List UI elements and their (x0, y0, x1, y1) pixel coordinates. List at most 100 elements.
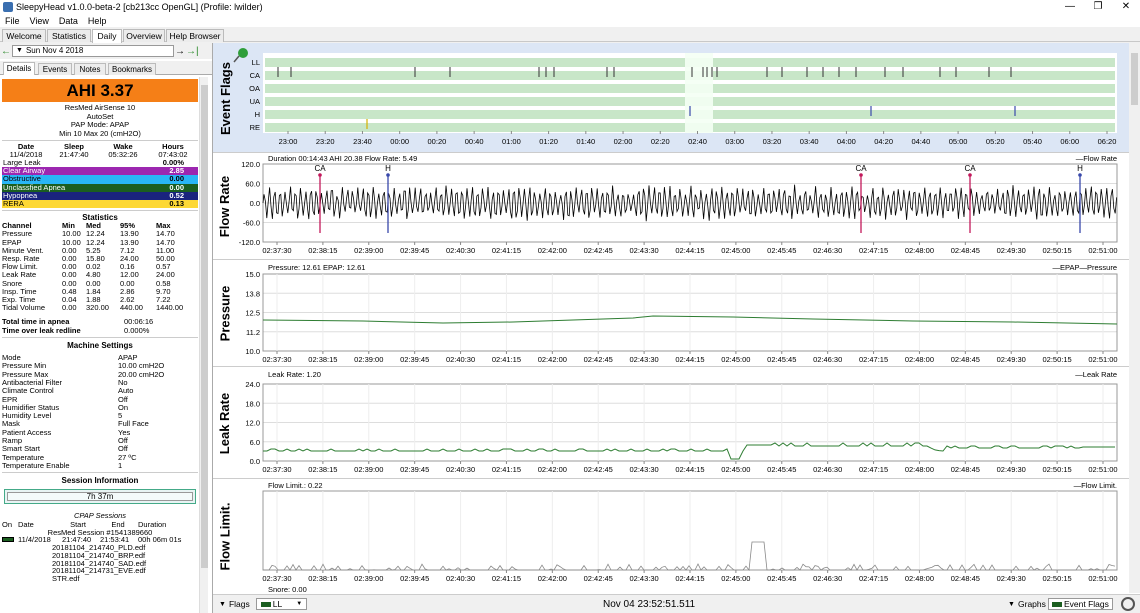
apnea-time: Total time in apnea 00:06:16 Time over l… (2, 318, 198, 335)
y-tick-label: -60.0 (243, 219, 260, 228)
next-day-icon[interactable]: → (174, 46, 186, 57)
x-tick-label: 02:37:30 (262, 465, 291, 474)
date-picker[interactable]: ▼ Sun Nov 4 2018 (12, 45, 174, 57)
flow-legend: —Flow Rate (1076, 154, 1117, 163)
stats-value: 440.00 (120, 303, 143, 313)
leak-rate-graph[interactable]: Leak Rate Leak Rate: 1.20 —Leak Rate 24.0 1… (213, 367, 1129, 479)
session-checkbox[interactable] (2, 537, 14, 543)
x-tick-label: 02:45:00 (721, 246, 750, 255)
x-tick-label: 02:38:15 (308, 574, 337, 583)
tab-notes[interactable]: Notes (74, 63, 106, 75)
x-tick-label: 02:51:00 (1088, 465, 1117, 474)
setting-value: On (118, 402, 129, 412)
tab-welcome[interactable]: Welcome (2, 29, 46, 42)
flowlimit-legend: —Flow Limit. (1074, 481, 1117, 490)
flag-select[interactable]: LL ▼ (255, 598, 308, 610)
x-tick-label: 02:38:15 (308, 355, 337, 364)
x-tick-label: 02:39:45 (400, 246, 429, 255)
prev-day-icon[interactable]: ← (0, 46, 12, 57)
setting-name: Climate Control (2, 386, 54, 396)
flags-dropdown-icon[interactable]: ▼ (219, 601, 226, 608)
x-tick-label: 02:44:15 (675, 246, 704, 255)
minimize-button[interactable]: — (1056, 0, 1084, 14)
x-tick-label: 02:50:15 (1043, 355, 1072, 364)
time-tick-label: 05:20 (986, 137, 1005, 146)
session-duration-bar[interactable]: 7h 37m (4, 489, 196, 505)
y-tick-label: 12.0 (245, 419, 260, 428)
event-value: 0.13 (169, 199, 184, 209)
date-navigation: ← ▼ Sun Nov 4 2018 → →| (0, 43, 212, 59)
x-tick-label: 02:38:15 (308, 465, 337, 474)
tab-help-browser[interactable]: Help Browser (166, 29, 224, 42)
x-tick-label: 02:47:15 (859, 355, 888, 364)
chevron-down-icon[interactable]: ▼ (16, 46, 23, 56)
tab-overview[interactable]: Overview (123, 29, 165, 42)
session-duration: 7h 37m (86, 492, 114, 502)
flowlimit-info: Flow Limit.: 0.22 (268, 481, 323, 490)
graphs-dropdown-icon[interactable]: ▼ (1008, 601, 1015, 608)
x-tick-label: 02:42:45 (584, 465, 613, 474)
maximize-button[interactable]: ❐ (1084, 0, 1112, 14)
tab-details[interactable]: Details (3, 62, 35, 75)
event-row: RERA 0.13 (2, 199, 198, 209)
left-panel: ← ▼ Sun Nov 4 2018 → →| Details Events N… (0, 43, 213, 613)
graphs-label: Graphs (1018, 599, 1046, 609)
setting-value: Off (118, 436, 128, 446)
snore-partial-label: Snore: 0.00 (268, 585, 307, 593)
flow-limit-graph[interactable]: Flow Limit. Flow Limit.: 0.22 —Flow Limit… (213, 479, 1129, 593)
event-marker-label: H (1077, 164, 1083, 173)
time-tick-label: 02:40 (688, 137, 707, 146)
close-button[interactable]: ✕ (1112, 0, 1140, 14)
tab-statistics[interactable]: Statistics (47, 29, 91, 42)
x-tick-label: 02:43:30 (630, 355, 659, 364)
leak-info: Leak Rate: 1.20 (268, 370, 321, 379)
x-tick-label: 02:46:30 (813, 574, 842, 583)
event-flags-chart[interactable]: LL CA OA UA H RE 23:00 23:20 23:40 00:00 00:20 00:4… (213, 43, 1129, 153)
sync-icon[interactable] (1121, 597, 1135, 611)
session-files: 20181104_214740_PLD.edf 20181104_214740_B… (2, 544, 198, 583)
tab-bookmarks[interactable]: Bookmarks (108, 63, 156, 75)
last-day-icon[interactable]: →| (186, 46, 199, 57)
x-tick-label: 02:50:15 (1043, 246, 1072, 255)
x-tick-label: 02:50:15 (1043, 465, 1072, 474)
flow-limit-chart[interactable]: Flow Limit.: 0.22 —Flow Limit. 02:37:30 02:… (213, 479, 1129, 593)
x-tick-label: 02:45:45 (767, 355, 796, 364)
main-tabs: Welcome Statistics Daily Overview Help B… (0, 28, 1140, 43)
tab-daily[interactable]: Daily (92, 29, 122, 43)
pressure-graph[interactable]: Pressure Pressure: 12.61 EPAP: 12.61 —EPA… (213, 260, 1129, 367)
machine-settings-table: Mode APAP Pressure Min 10.00 cmH2O Pressure … (2, 353, 198, 470)
event-marker-dot (386, 173, 390, 177)
statistics-table: Channel Min Med 95% Max Pressure 10.00 12.24 13.… (2, 222, 198, 312)
menu-data[interactable]: Data (54, 16, 83, 26)
stats-value: 0.00 (62, 303, 77, 313)
graph-scrollbar-thumb[interactable] (1131, 53, 1138, 105)
details-scrollbar[interactable] (199, 77, 208, 613)
y-tick-label: 10.0 (245, 347, 260, 356)
selection-window[interactable] (685, 53, 713, 133)
flag-select-value: LL (272, 599, 283, 609)
time-tick-label: 23:20 (316, 137, 335, 146)
leak-legend: —Leak Rate (1075, 370, 1117, 379)
menu-file[interactable]: File (0, 16, 25, 26)
x-tick-label: 02:46:30 (813, 355, 842, 364)
leak-rate-chart[interactable]: Leak Rate: 1.20 —Leak Rate 24.0 18.0 12.0 6.0… (213, 367, 1129, 479)
flags-label: Flags (228, 599, 250, 609)
wake-cell: 05:32:26 (108, 150, 138, 159)
flow-info: Duration 00:14:43 AHI 20.38 Flow Rate: 5… (268, 154, 417, 163)
y-tick-label: 0.0 (250, 199, 260, 208)
graph-select[interactable]: Event Flags (1048, 598, 1113, 610)
event-flags-graph[interactable]: Event Flags LL CA OA UA H RE 23:00 23:20 23:40 00… (213, 43, 1129, 153)
setting-value: 27 ºC (118, 452, 137, 462)
x-tick-label: 02:45:00 (721, 355, 750, 364)
graph-scrollbar[interactable] (1129, 43, 1140, 593)
details-scrollbar-thumb[interactable] (201, 85, 208, 568)
time-tick-label: 00:40 (465, 137, 484, 146)
menu-help[interactable]: Help (83, 16, 112, 26)
flow-rate-graph[interactable]: Flow Rate Duration 00:14:43 AHI 20.38 Fl… (213, 153, 1129, 260)
flow-rate-chart[interactable]: Duration 00:14:43 AHI 20.38 Flow Rate: 5… (213, 153, 1129, 260)
menu-view[interactable]: View (25, 16, 54, 26)
pressure-chart[interactable]: Pressure: 12.61 EPAP: 12.61 —EPAP—Pressur… (213, 260, 1129, 367)
x-tick-label: 02:42:00 (538, 574, 567, 583)
x-tick-label: 02:41:15 (492, 465, 521, 474)
tab-events[interactable]: Events (38, 63, 72, 75)
